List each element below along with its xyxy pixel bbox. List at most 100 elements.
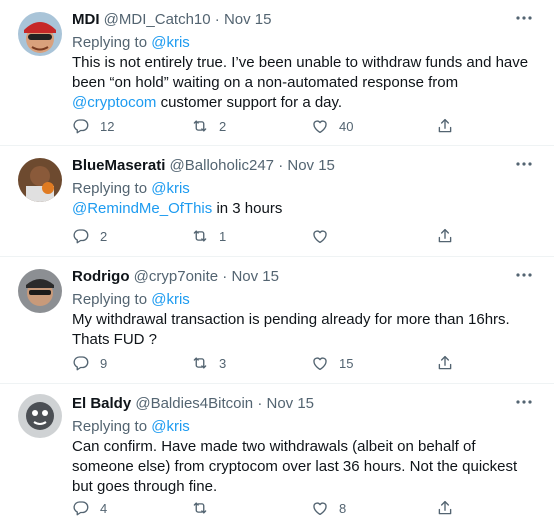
mention-link[interactable]: @kris [151, 180, 190, 197]
more-icon[interactable] [514, 154, 534, 174]
mention-link[interactable]: @RemindMe_OfThis [72, 200, 212, 217]
tweet-date[interactable]: Nov 15 [287, 157, 335, 174]
retweet-icon [191, 499, 209, 517]
reply-button[interactable]: 4 [72, 498, 107, 518]
tweet[interactable]: El Baldy @Baldies4Bitcoin · Nov 15 Reply… [0, 384, 554, 520]
retweet-count: 3 [219, 355, 227, 371]
reply-icon [72, 499, 90, 517]
share-icon [436, 354, 454, 372]
share-icon [436, 499, 454, 517]
tweet-text-part: My withdrawal transaction is pending alr… [72, 311, 510, 348]
user-handle[interactable]: @MDI_Catch10 [104, 11, 211, 28]
replying-to-label: Replying to [72, 180, 152, 197]
reply-button[interactable]: 2 [72, 226, 107, 246]
retweet-button[interactable]: 2 [191, 116, 226, 136]
display-name[interactable]: El Baldy [72, 395, 131, 412]
replying-to: Replying to @kris [72, 290, 190, 310]
heart-icon [311, 227, 329, 245]
like-button[interactable] [311, 226, 339, 246]
retweet-count: 1 [219, 228, 227, 244]
share-button[interactable] [436, 498, 454, 518]
user-handle[interactable]: @Balloholic247 [170, 157, 274, 174]
mention-link[interactable]: @kris [151, 418, 190, 435]
reply-button[interactable]: 12 [72, 116, 114, 136]
tweet[interactable]: MDI @MDI_Catch10 · Nov 15 Replying to @k… [0, 0, 554, 146]
tweet[interactable]: Rodrigo @cryp7onite · Nov 15 Replying to… [0, 257, 554, 384]
separator-dot: · [222, 268, 228, 285]
retweet-icon [191, 354, 209, 372]
share-icon [436, 227, 454, 245]
tweet-text-part: customer support for a day. [156, 94, 343, 111]
tweet-date[interactable]: Nov 15 [267, 395, 315, 412]
tweet[interactable]: BlueMaserati @Balloholic247 · Nov 15 Rep… [0, 146, 554, 257]
like-button[interactable]: 15 [311, 353, 353, 373]
display-name[interactable]: BlueMaserati [72, 157, 165, 174]
replying-to-label: Replying to [72, 34, 152, 51]
avatar[interactable] [18, 12, 62, 56]
mention-link[interactable]: @cryptocom [72, 94, 156, 111]
separator-dot: · [214, 11, 220, 28]
tweet-actions: 4 8 [72, 498, 472, 518]
retweet-button[interactable]: 3 [191, 353, 226, 373]
more-icon[interactable] [514, 8, 534, 28]
replying-to-label: Replying to [72, 418, 152, 435]
user-handle[interactable]: @cryp7onite [134, 268, 218, 285]
retweet-icon [191, 227, 209, 245]
avatar[interactable] [18, 158, 62, 202]
like-count: 8 [339, 500, 347, 516]
mention-link[interactable]: @kris [151, 291, 190, 308]
retweet-count: 2 [219, 118, 227, 134]
tweet-actions: 9 3 15 [72, 353, 472, 373]
like-button[interactable]: 8 [311, 498, 346, 518]
like-button[interactable]: 40 [311, 116, 353, 136]
reply-button[interactable]: 9 [72, 353, 107, 373]
tweet-header: Rodrigo @cryp7onite · Nov 15 [72, 267, 279, 287]
tweet-date[interactable]: Nov 15 [231, 268, 279, 285]
display-name[interactable]: MDI [72, 11, 100, 28]
tweet-text-part: This is not entirely true. I’ve been una… [72, 54, 529, 91]
tweet-text: @RemindMe_OfThis in 3 hours [72, 199, 532, 219]
like-count: 15 [339, 355, 354, 371]
display-name[interactable]: Rodrigo [72, 268, 130, 285]
share-button[interactable] [436, 353, 454, 373]
user-handle[interactable]: @Baldies4Bitcoin [135, 395, 253, 412]
tweet-text-part: in 3 hours [212, 200, 283, 217]
mention-link[interactable]: @kris [151, 34, 190, 51]
heart-icon [311, 499, 329, 517]
reply-count: 9 [100, 355, 108, 371]
tweet-text: This is not entirely true. I’ve been una… [72, 53, 532, 113]
more-icon[interactable] [514, 392, 534, 412]
reply-icon [72, 354, 90, 372]
reply-count: 4 [100, 500, 108, 516]
tweet-actions: 12 2 40 [72, 116, 472, 136]
heart-icon [311, 117, 329, 135]
share-button[interactable] [436, 116, 454, 136]
retweet-button[interactable]: 1 [191, 226, 226, 246]
separator-dot: · [278, 157, 284, 174]
tweet-text-part: Can confirm. Have made two withdrawals (… [72, 438, 518, 495]
like-count: 40 [339, 118, 354, 134]
tweet-header: BlueMaserati @Balloholic247 · Nov 15 [72, 156, 335, 176]
share-button[interactable] [436, 226, 454, 246]
share-icon [436, 117, 454, 135]
tweet-actions: 2 1 [72, 226, 472, 246]
tweet-header: El Baldy @Baldies4Bitcoin · Nov 15 [72, 394, 314, 414]
avatar[interactable] [18, 269, 62, 313]
reply-icon [72, 117, 90, 135]
reply-count: 12 [100, 118, 115, 134]
replying-to: Replying to @kris [72, 417, 190, 437]
replying-to: Replying to @kris [72, 33, 190, 53]
more-icon[interactable] [514, 265, 534, 285]
tweet-text: My withdrawal transaction is pending alr… [72, 310, 532, 350]
replying-to-label: Replying to [72, 291, 152, 308]
retweet-button[interactable] [191, 498, 219, 518]
heart-icon [311, 354, 329, 372]
separator-dot: · [257, 395, 263, 412]
reply-icon [72, 227, 90, 245]
tweet-date[interactable]: Nov 15 [224, 11, 272, 28]
avatar[interactable] [18, 394, 62, 438]
tweet-text: Can confirm. Have made two withdrawals (… [72, 437, 532, 497]
retweet-icon [191, 117, 209, 135]
tweet-header: MDI @MDI_Catch10 · Nov 15 [72, 10, 271, 30]
reply-count: 2 [100, 228, 108, 244]
